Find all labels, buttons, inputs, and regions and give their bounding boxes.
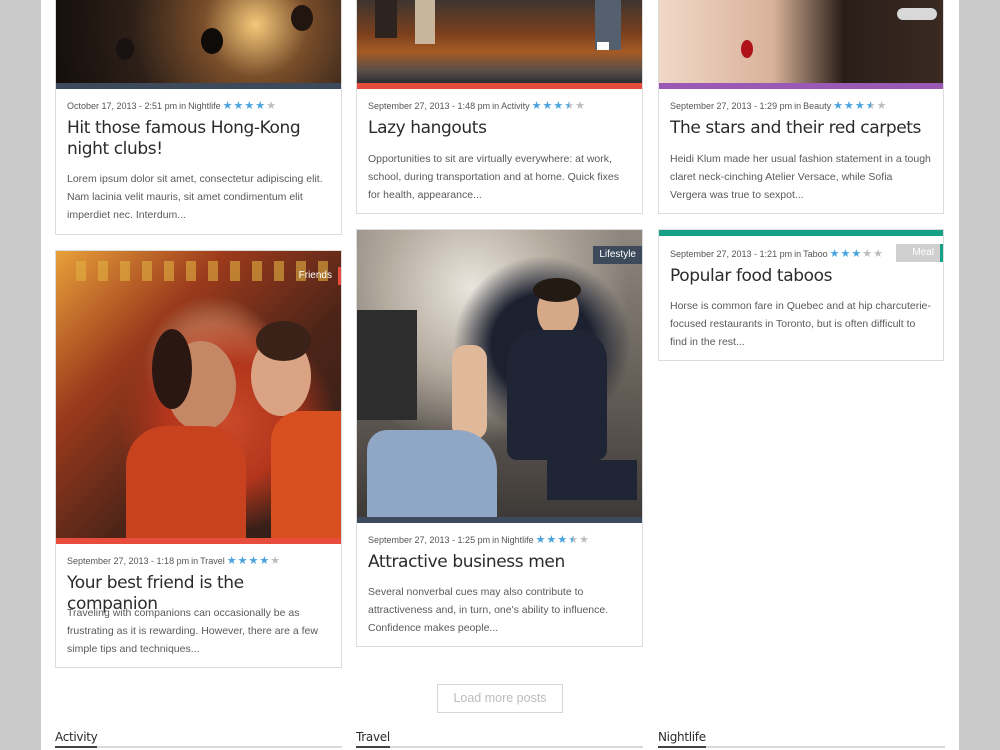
star-icon: ★	[248, 555, 259, 567]
star-icon: ★	[266, 100, 276, 112]
post-image-beauty[interactable]	[659, 0, 943, 83]
post-card-food-taboos[interactable]: Meal September 27, 2013 - 1:21 pm in Taboo…	[658, 229, 944, 361]
post-excerpt: Opportunities to sit are virtually every…	[368, 153, 619, 201]
star-icon: ★	[557, 534, 568, 546]
post-title[interactable]: Hit those famous Hong-Kong night clubs!	[67, 118, 331, 160]
post-meta: September 27, 2013 - 1:29 pm in Beauty ★ ★ ★…	[670, 100, 887, 112]
post-title[interactable]: Popular food taboos	[670, 266, 933, 287]
star-icon: ★	[876, 100, 887, 112]
category-link[interactable]: Travel	[200, 556, 225, 566]
post-meta: September 27, 2013 - 1:25 pm in Nightlife …	[368, 534, 590, 546]
post-excerpt: Heidi Klum made her usual fashion statem…	[670, 153, 931, 201]
post-title[interactable]: The stars and their red carpets	[670, 118, 933, 139]
post-title[interactable]: Attractive business men	[368, 552, 632, 573]
category-tag-lifestyle[interactable]: Lifestyle	[593, 246, 642, 264]
post-accent-bar	[659, 83, 943, 89]
category-tag-meal[interactable]: Meal	[896, 244, 943, 262]
star-icon: ★	[564, 100, 575, 112]
rating-stars: ★ ★ ★ ★ ★	[833, 100, 887, 112]
post-accent-bar	[56, 538, 341, 544]
footer-widget-travel: Travel	[356, 728, 643, 748]
post-accent-bar	[357, 517, 642, 523]
post-image-friends[interactable]	[56, 251, 341, 538]
rating-stars: ★ ★ ★ ★ ★	[535, 534, 590, 546]
star-icon: ★	[244, 100, 255, 112]
post-meta: September 27, 2013 - 1:21 pm in Taboo ★ ★ ★ ★…	[670, 248, 884, 260]
star-icon: ★	[579, 534, 589, 546]
load-more-button[interactable]: Load more posts	[437, 684, 563, 713]
post-card-red-carpets[interactable]: September 27, 2013 - 1:29 pm in Beauty ★ ★ ★…	[658, 0, 944, 214]
star-icon: ★	[854, 100, 865, 112]
post-accent-bar	[659, 230, 943, 236]
category-link[interactable]: Beauty	[803, 101, 831, 111]
star-icon: ★	[542, 100, 553, 112]
star-icon: ★	[546, 534, 557, 546]
star-icon: ★	[873, 248, 883, 260]
category-link[interactable]: Taboo	[803, 249, 828, 259]
category-link[interactable]: Nightlife	[188, 101, 221, 111]
star-icon: ★	[851, 248, 862, 260]
rating-stars: ★ ★ ★ ★ ★	[829, 248, 884, 260]
category-tag-friends[interactable]: Friends	[293, 267, 341, 285]
footer-heading[interactable]: Nightlife	[658, 730, 706, 748]
post-accent-bar	[56, 83, 341, 89]
star-icon: ★	[575, 100, 585, 112]
post-image-nightclub[interactable]	[56, 0, 341, 83]
star-icon: ★	[535, 534, 546, 546]
post-excerpt: Several nonverbal cues may also contribu…	[368, 586, 609, 634]
footer-widget-activity: Activity	[55, 728, 342, 748]
footer-heading[interactable]: Activity	[55, 730, 98, 748]
footer-widget-nightlife: Nightlife	[658, 728, 945, 748]
post-excerpt: Traveling with companions can occasional…	[67, 607, 318, 655]
star-icon: ★	[531, 100, 542, 112]
post-excerpt: Horse is common fare in Quebec and at hi…	[670, 300, 931, 348]
star-icon: ★	[222, 100, 233, 112]
star-icon: ★	[833, 100, 843, 112]
star-icon: ★	[233, 100, 244, 112]
post-meta: September 27, 2013 - 1:18 pm in Travel ★ ★ ★…	[67, 555, 281, 567]
post-accent-bar	[357, 83, 642, 89]
star-icon: ★	[844, 100, 854, 112]
post-meta: September 27, 2013 - 1:48 pm in Activity ★…	[368, 100, 586, 112]
star-icon: ★	[865, 100, 876, 112]
star-icon: ★	[829, 248, 840, 260]
post-image-business[interactable]	[357, 230, 642, 517]
post-excerpt: Lorem ipsum dolor sit amet, consectetur …	[67, 173, 323, 221]
star-icon: ★	[270, 555, 281, 567]
star-icon: ★	[237, 555, 248, 567]
post-image-sofa[interactable]	[357, 0, 642, 83]
rating-stars: ★ ★ ★ ★ ★	[226, 555, 281, 567]
star-icon: ★	[862, 248, 873, 260]
star-icon: ★	[259, 555, 270, 567]
star-icon: ★	[840, 248, 851, 260]
star-icon: ★	[255, 100, 266, 112]
rating-stars: ★ ★ ★ ★ ★	[531, 100, 586, 112]
star-icon: ★	[226, 555, 237, 567]
category-link[interactable]: Activity	[501, 101, 530, 111]
post-card-best-friend[interactable]: Friends September 27, 2013 - 1:18 pm in Tr…	[55, 250, 342, 668]
star-icon: ★	[553, 100, 564, 112]
star-icon: ★	[568, 534, 579, 546]
post-title[interactable]: Lazy hangouts	[368, 118, 632, 139]
post-card-business-men[interactable]: Lifestyle September 27, 2013 - 1:25 pm in…	[356, 229, 643, 647]
post-card-lazy-hangouts[interactable]: September 27, 2013 - 1:48 pm in Activity ★…	[356, 0, 643, 214]
post-card-hong-kong[interactable]: October 17, 2013 - 2:51 pm in Nightlife ★ ★…	[55, 0, 342, 235]
category-link[interactable]: Nightlife	[501, 535, 534, 545]
post-meta: October 17, 2013 - 2:51 pm in Nightlife ★ ★…	[67, 100, 277, 112]
rating-stars: ★ ★ ★ ★ ★	[222, 100, 277, 112]
footer-heading[interactable]: Travel	[356, 730, 390, 748]
